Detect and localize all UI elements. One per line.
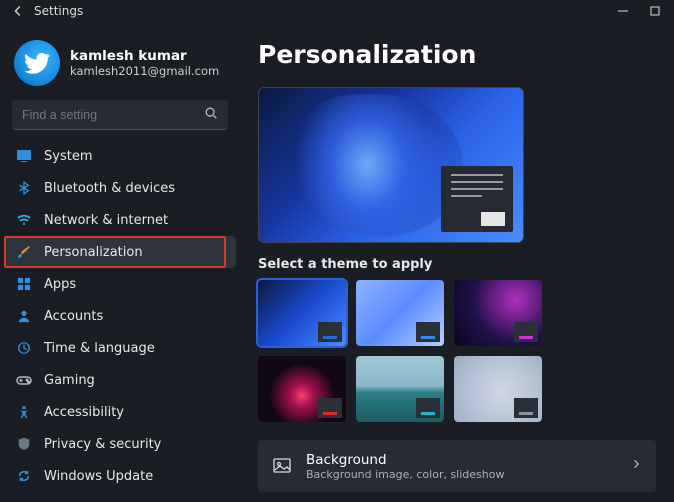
search-icon [204, 106, 218, 124]
sidebar-item-system[interactable]: System [0, 140, 240, 172]
theme-grid [258, 280, 558, 422]
bluetooth-icon [16, 180, 32, 196]
nav-label: Privacy & security [44, 437, 161, 452]
nav-label: Accounts [44, 309, 103, 324]
nav-label: Gaming [44, 373, 95, 388]
chevron-right-icon [630, 458, 642, 474]
sidebar-item-bluetooth[interactable]: Bluetooth & devices [0, 172, 240, 204]
nav-label: Personalization [44, 245, 143, 260]
nav-label: Accessibility [44, 405, 124, 420]
preview-mini-window [441, 166, 513, 232]
theme-tile-5[interactable] [356, 356, 444, 422]
sidebar-item-personalization[interactable]: Personalization [4, 236, 236, 268]
nav-label: System [44, 149, 92, 164]
update-icon [16, 468, 32, 484]
titlebar: Settings [0, 0, 674, 22]
theme-section-label: Select a theme to apply [258, 257, 656, 272]
sidebar: kamlesh kumar kamlesh2011@gmail.com Syst… [0, 22, 240, 502]
avatar [14, 40, 60, 86]
sidebar-item-accessibility[interactable]: Accessibility [0, 396, 240, 428]
person-icon [16, 308, 32, 324]
nav-label: Network & internet [44, 213, 168, 228]
minimize-button[interactable] [616, 5, 630, 17]
apps-icon [16, 276, 32, 292]
nav-list: System Bluetooth & devices Network & int… [0, 140, 240, 492]
nav-label: Apps [44, 277, 76, 292]
theme-tile-2[interactable] [356, 280, 444, 346]
sidebar-item-accounts[interactable]: Accounts [0, 300, 240, 332]
desktop-preview [258, 87, 524, 243]
background-setting-row[interactable]: Background Background image, color, slid… [258, 440, 656, 492]
wifi-icon [16, 212, 32, 228]
profile-email: kamlesh2011@gmail.com [70, 64, 219, 78]
accessibility-icon [16, 404, 32, 420]
window-title: Settings [30, 4, 616, 18]
theme-tile-6[interactable] [454, 356, 542, 422]
nav-label: Time & language [44, 341, 155, 356]
theme-tile-4[interactable] [258, 356, 346, 422]
background-row-subtitle: Background image, color, slideshow [306, 468, 616, 481]
page-title: Personalization [258, 40, 656, 69]
sidebar-item-time[interactable]: Time & language [0, 332, 240, 364]
sidebar-item-gaming[interactable]: Gaming [0, 364, 240, 396]
maximize-button[interactable] [648, 5, 662, 17]
clock-icon [16, 340, 32, 356]
theme-tile-1[interactable] [258, 280, 346, 346]
nav-label: Bluetooth & devices [44, 181, 175, 196]
paintbrush-icon [16, 244, 32, 260]
gaming-icon [16, 372, 32, 388]
search-input[interactable] [12, 100, 228, 130]
profile-name: kamlesh kumar [70, 48, 219, 64]
back-button[interactable] [6, 4, 30, 18]
sidebar-item-update[interactable]: Windows Update [0, 460, 240, 492]
background-row-title: Background [306, 452, 616, 468]
profile-block[interactable]: kamlesh kumar kamlesh2011@gmail.com [0, 34, 240, 100]
nav-label: Windows Update [44, 469, 153, 484]
sidebar-item-privacy[interactable]: Privacy & security [0, 428, 240, 460]
sidebar-item-network[interactable]: Network & internet [0, 204, 240, 236]
theme-tile-3[interactable] [454, 280, 542, 346]
shield-icon [16, 436, 32, 452]
system-icon [16, 148, 32, 164]
picture-icon [272, 456, 292, 476]
sidebar-item-apps[interactable]: Apps [0, 268, 240, 300]
main-content: Personalization Select a theme to apply … [240, 22, 674, 502]
